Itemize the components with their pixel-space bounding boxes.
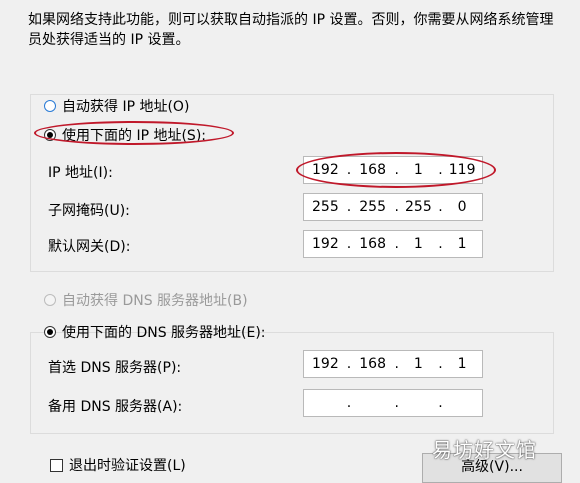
- subnet-mask-octet-2: 255: [359, 199, 386, 215]
- ip-address-octet-2: 168: [359, 162, 386, 178]
- default-gateway-octet-1: 192: [312, 236, 339, 252]
- subnet-mask-octet-3: 255: [405, 199, 432, 215]
- auto-ip-radio-row[interactable]: 自动获得 IP 地址(O): [44, 96, 189, 116]
- subnet-mask-octet-1: 255: [312, 199, 339, 215]
- manual-ip-radio-row[interactable]: 使用下面的 IP 地址(S):: [44, 125, 206, 145]
- manual-dns-radio-row[interactable]: 使用下面的 DNS 服务器地址(E):: [44, 322, 266, 342]
- manual-ip-label: 使用下面的 IP 地址(S):: [62, 128, 206, 144]
- auto-dns-label: 自动获得 DNS 服务器地址(B): [62, 293, 248, 309]
- ip-address-octet-1: 192: [312, 162, 339, 178]
- subnet-mask-label: 子网掩码(U):: [48, 203, 130, 219]
- default-gateway-octet-3: 1: [413, 236, 423, 252]
- validate-settings-row[interactable]: 退出时验证设置(L): [50, 455, 186, 475]
- ip-address-octet-4: 119: [448, 162, 476, 178]
- subnet-mask-octet-4: 0: [457, 199, 467, 215]
- default-gateway-input[interactable]: 192. 168. 1. 1: [303, 230, 483, 258]
- default-gateway-label: 默认网关(D):: [48, 239, 131, 255]
- validate-settings-checkbox[interactable]: [50, 458, 63, 472]
- validate-settings-label: 退出时验证设置(L): [69, 458, 186, 474]
- preferred-dns-input[interactable]: 192. 168. 1. 1: [303, 350, 483, 378]
- alternate-dns-label: 备用 DNS 服务器(A):: [48, 399, 183, 415]
- auto-dns-radio-row[interactable]: 自动获得 DNS 服务器地址(B): [44, 290, 248, 310]
- dns-settings-group: [30, 332, 554, 434]
- default-gateway-octet-2: 168: [359, 236, 386, 252]
- manual-dns-radio[interactable]: [44, 326, 56, 338]
- description-text: 如果网络支持此功能，则可以获取自动指派的 IP 设置。否则，你需要从网络系统管理…: [28, 12, 554, 48]
- preferred-dns-octet-2: 168: [359, 356, 386, 372]
- subnet-mask-input[interactable]: 255. 255. 255. 0: [303, 193, 483, 221]
- ip-address-input[interactable]: 192. 168. 1. 119: [303, 156, 483, 184]
- preferred-dns-octet-4: 1: [457, 356, 467, 372]
- ip-dot: .: [438, 395, 443, 411]
- alternate-dns-input[interactable]: ...: [303, 389, 483, 417]
- manual-ip-radio[interactable]: [44, 129, 56, 141]
- ip-dot: .: [346, 395, 352, 411]
- ip-dot: .: [394, 395, 399, 411]
- ip-address-octet-3: 1: [413, 162, 423, 178]
- preferred-dns-octet-1: 192: [312, 356, 339, 372]
- manual-dns-label: 使用下面的 DNS 服务器地址(E):: [62, 325, 266, 341]
- preferred-dns-octet-3: 1: [413, 356, 423, 372]
- default-gateway-octet-4: 1: [457, 236, 467, 252]
- auto-dns-radio[interactable]: [44, 294, 56, 306]
- auto-ip-radio[interactable]: [44, 100, 56, 112]
- watermark-text: 易坊好文馆: [432, 438, 537, 462]
- ip-address-label: IP 地址(I):: [48, 165, 113, 181]
- preferred-dns-label: 首选 DNS 服务器(P):: [48, 360, 182, 376]
- auto-ip-label: 自动获得 IP 地址(O): [62, 99, 190, 115]
